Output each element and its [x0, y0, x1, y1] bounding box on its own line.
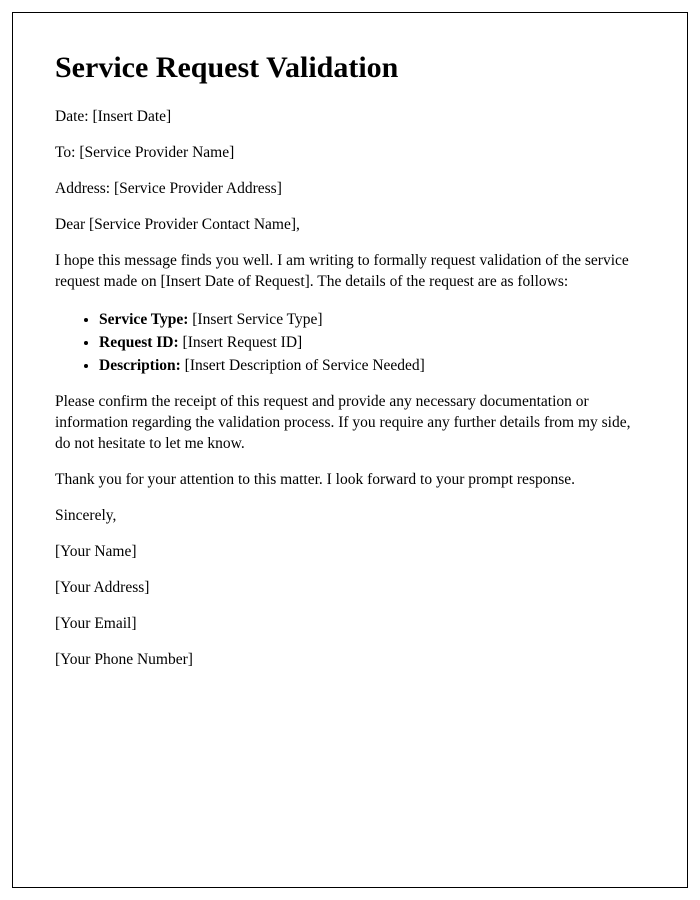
salutation: Dear [Service Provider Contact Name],: [55, 215, 645, 236]
details-list: Service Type: [Insert Service Type] Requ…: [99, 308, 645, 378]
body-paragraph-3: Thank you for your attention to this mat…: [55, 470, 645, 491]
closing: Sincerely,: [55, 506, 645, 527]
list-item: Description: [Insert Description of Serv…: [99, 354, 645, 377]
description-value: [Insert Description of Service Needed]: [185, 357, 425, 374]
date-line: Date: [Insert Date]: [55, 107, 645, 128]
signature-name: [Your Name]: [55, 542, 645, 563]
request-id-value: [Insert Request ID]: [183, 334, 303, 351]
signature-email: [Your Email]: [55, 614, 645, 635]
address-value: [Service Provider Address]: [114, 180, 282, 197]
list-item: Service Type: [Insert Service Type]: [99, 308, 645, 331]
service-type-value: [Insert Service Type]: [192, 311, 322, 328]
list-item: Request ID: [Insert Request ID]: [99, 331, 645, 354]
signature-address: [Your Address]: [55, 578, 645, 599]
service-type-label: Service Type:: [99, 311, 188, 328]
date-label: Date:: [55, 108, 89, 125]
signature-phone: [Your Phone Number]: [55, 650, 645, 671]
request-id-label: Request ID:: [99, 334, 179, 351]
address-label: Address:: [55, 180, 110, 197]
document-page: Service Request Validation Date: [Insert…: [12, 12, 688, 888]
to-line: To: [Service Provider Name]: [55, 143, 645, 164]
address-line: Address: [Service Provider Address]: [55, 179, 645, 200]
description-label: Description:: [99, 357, 181, 374]
to-value: [Service Provider Name]: [79, 144, 234, 161]
body-paragraph-1: I hope this message finds you well. I am…: [55, 251, 645, 293]
document-title: Service Request Validation: [55, 51, 645, 85]
to-label: To:: [55, 144, 75, 161]
body-paragraph-2: Please confirm the receipt of this reque…: [55, 392, 645, 455]
date-value: [Insert Date]: [92, 108, 171, 125]
